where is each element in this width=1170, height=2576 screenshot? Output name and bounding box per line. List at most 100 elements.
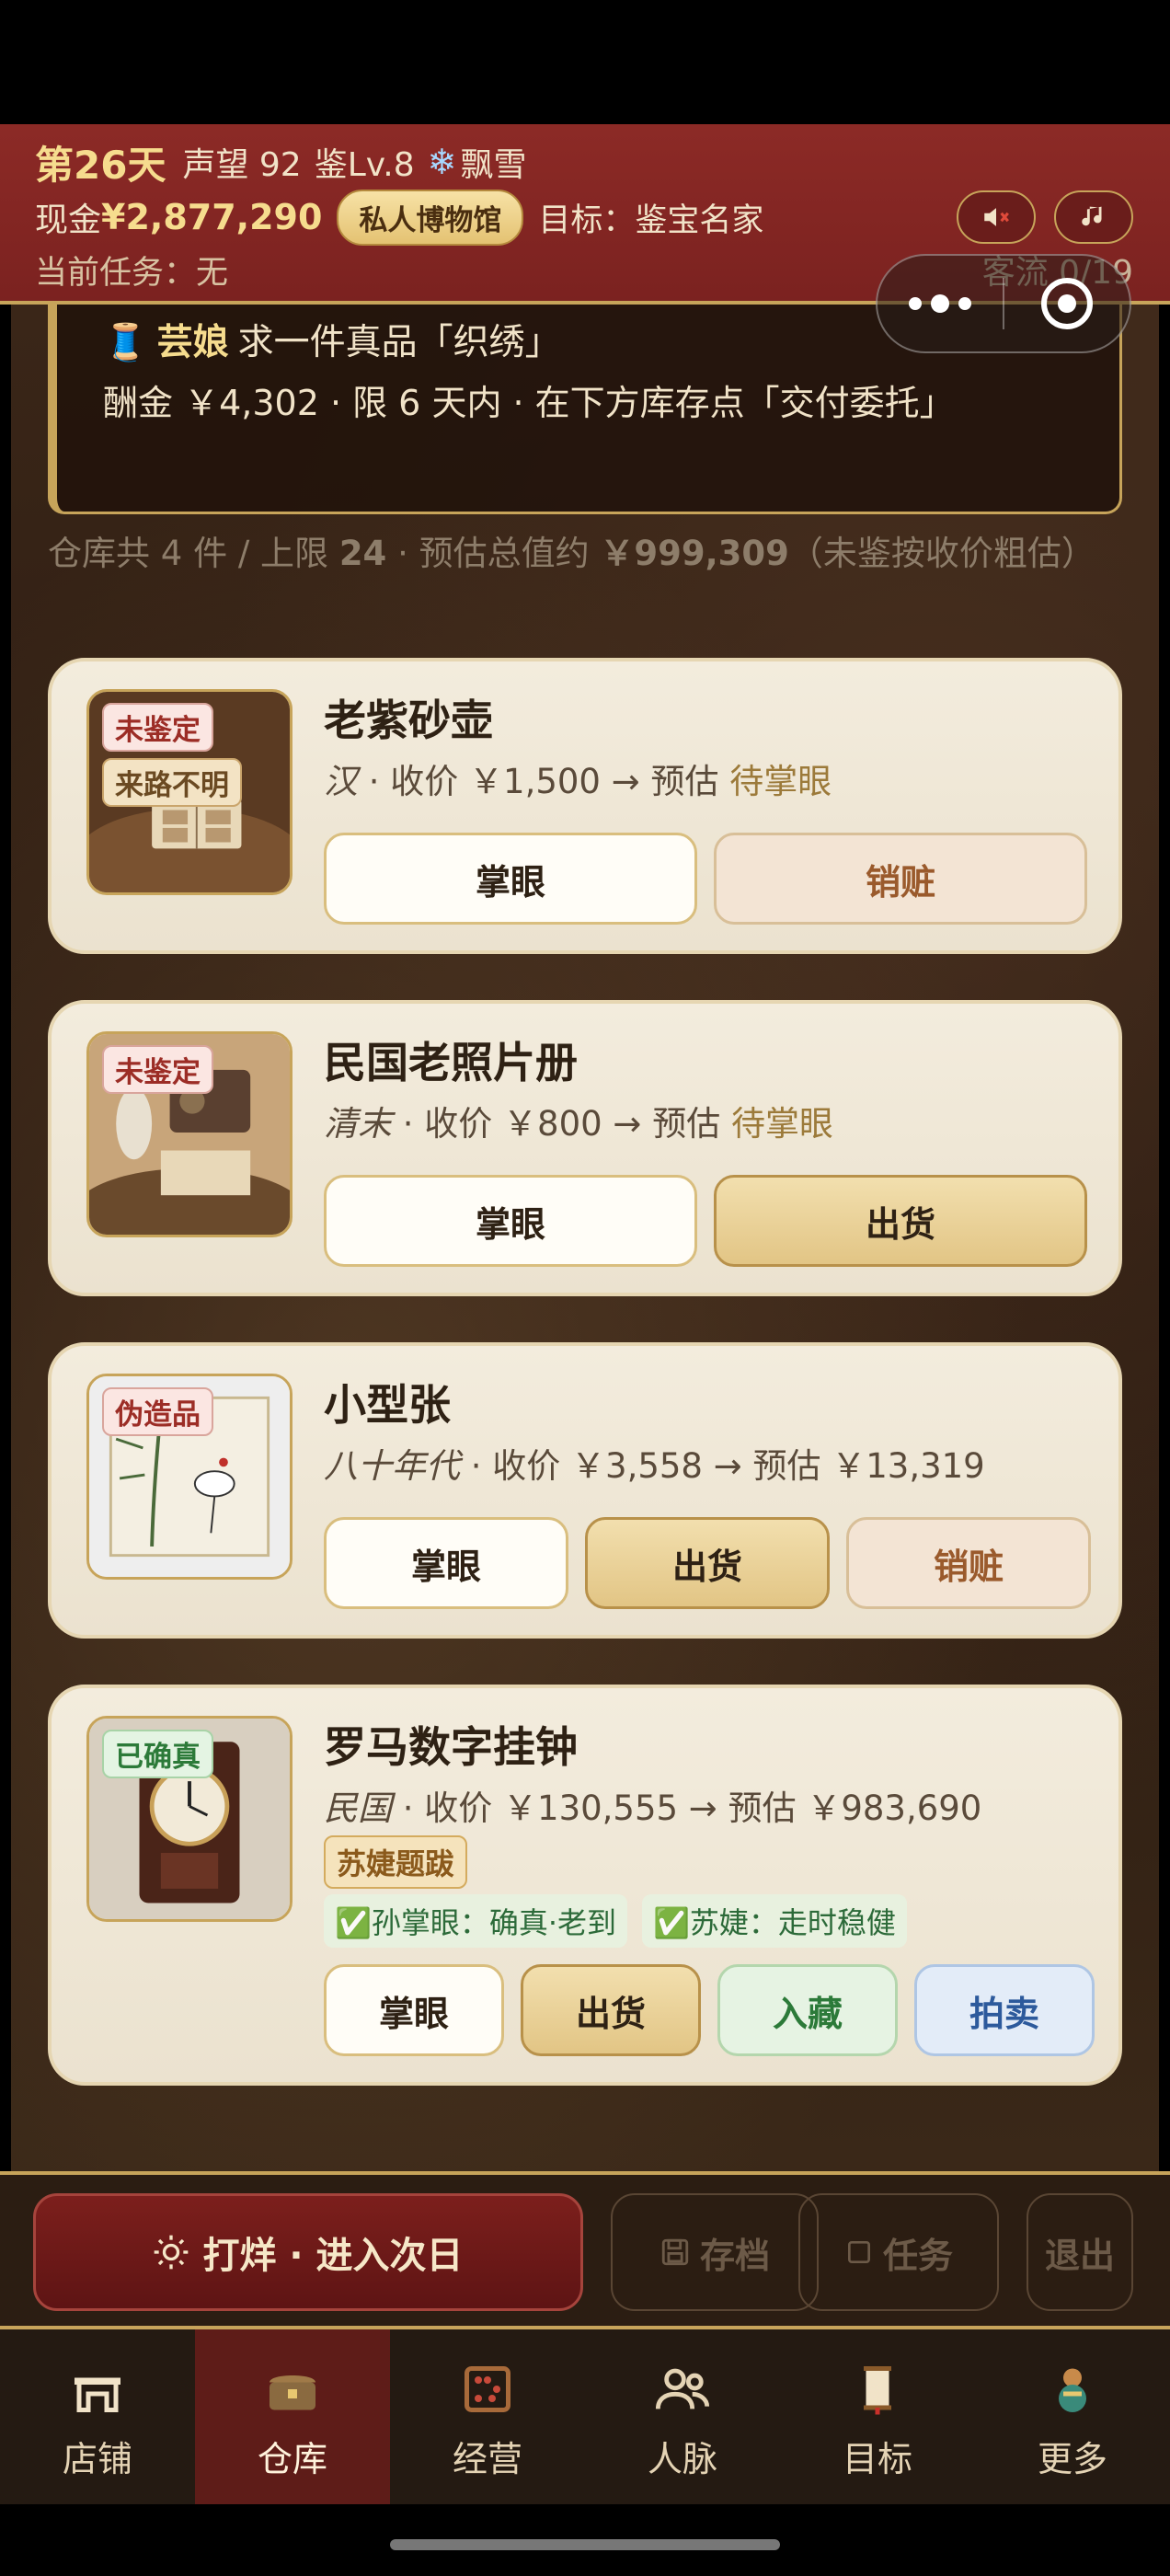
tab-label: 店铺 (62, 2439, 132, 2479)
museum-badge[interactable]: 私人博物馆 (337, 189, 524, 246)
tab-label: 经营 (452, 2439, 522, 2479)
item-title: 小型张 (324, 1380, 451, 1430)
tasks-label: 任务 (882, 2235, 953, 2276)
current-task: 当前任务：无 (35, 254, 229, 292)
item-thumbnail: 未鉴定 (86, 1031, 292, 1237)
cash-label: 现金 (35, 201, 102, 239)
next-day-label: 打烊 · 进入次日 (202, 2235, 464, 2277)
weather: 飘雪 (460, 146, 527, 184)
item-era: 民国 (324, 1788, 392, 1828)
item-thumbnail: 伪造品 (86, 1374, 292, 1580)
appraise-button[interactable]: 掌眼 (324, 1517, 568, 1609)
summary-suffix: （未鉴按收价粗估） (788, 534, 1095, 573)
thread-spool-icon: 🧵 (103, 322, 148, 363)
reputation: 声望 92 (182, 146, 302, 184)
summary-mid: · 预估总值约 (386, 534, 601, 573)
home-indicator (0, 2504, 1170, 2576)
save-label: 存档 (699, 2235, 770, 2276)
system-status-bar (0, 0, 1170, 124)
tasks-button[interactable]: 任务 (798, 2193, 999, 2311)
item-price: · 收价 ￥1,500 → 预估 (358, 762, 730, 801)
tab-network[interactable]: 人脉 (585, 2329, 780, 2504)
item-title: 罗马数字挂钟 (324, 1722, 578, 1772)
item-card: 伪造品 小型张 八十年代 · 收价 ￥3,558 → 预估 ￥13,319 掌眼… (48, 1342, 1122, 1639)
action-bar: 打烊 · 进入次日 存档 任务 退出 (0, 2171, 1170, 2329)
item-thumbnail: 已确真 (86, 1716, 292, 1922)
item-estimate: 待掌眼 (729, 762, 832, 801)
sell-button[interactable]: 出货 (521, 1964, 701, 2056)
appraise-button[interactable]: 掌眼 (324, 1175, 697, 1267)
exit-button[interactable]: 退出 (1027, 2193, 1133, 2311)
expert-opinions: ✅孙掌眼：确真·老到 ✅苏婕：走时稳健 (324, 1894, 907, 1948)
task-square-icon (847, 2241, 870, 2263)
tab-label: 目标 (842, 2439, 912, 2479)
inventory-summary: 仓库共 4 件 / 上限 24 · 预估总值约 ￥999,309（未鉴按收价粗估… (48, 529, 1124, 579)
speaker-mute-icon (984, 208, 1009, 226)
item-era: 八十年代 (324, 1446, 460, 1486)
inventory-limit: 24 (338, 534, 387, 573)
close-miniprogram-button[interactable] (1004, 278, 1130, 329)
commission-title: 🧵 芸娘 求一件真品「织绣」 (103, 314, 561, 365)
item-card: 未鉴定 民国老照片册 清末 · 收价 ￥800 → 预估 待掌眼 掌眼 出货 (48, 1000, 1122, 1296)
next-day-button[interactable]: 打烊 · 进入次日 (33, 2193, 583, 2311)
goal-text: 目标：鉴宝名家 (538, 201, 764, 239)
sell-button[interactable]: 出货 (714, 1175, 1087, 1267)
mute-button[interactable] (957, 190, 1036, 244)
item-actions: 掌眼 出货 销赃 (324, 1517, 1091, 1609)
item-meta: 清末 · 收价 ￥800 → 预估 待掌眼 (324, 1096, 833, 1145)
scroll-icon (845, 2357, 910, 2421)
item-title: 老紫砂壶 (324, 696, 493, 745)
origin-tag: 来路不明 (102, 758, 242, 807)
auction-button[interactable]: 拍卖 (914, 1964, 1095, 2056)
warehouse-chest-icon (260, 2357, 325, 2421)
tab-shop[interactable]: 店铺 (0, 2329, 195, 2504)
target-ring-icon (1040, 278, 1093, 329)
people-icon (650, 2357, 715, 2421)
gourd-icon (1040, 2357, 1105, 2421)
appraise-button[interactable]: 掌眼 (324, 1964, 504, 2056)
tab-label: 更多 (1037, 2439, 1107, 2479)
music-button[interactable] (1054, 190, 1133, 244)
item-title: 民国老照片册 (324, 1038, 578, 1087)
item-meta: 八十年代 · 收价 ￥3,558 → 预估 ￥13,319 (324, 1438, 985, 1488)
item-price: · 收价 ￥130,555 → 预估 ￥983,690 (392, 1788, 982, 1828)
fence-button[interactable]: 销赃 (846, 1517, 1091, 1609)
item-actions: 掌眼 出货 入藏 拍卖 (324, 1964, 1095, 2056)
music-note-icon (1082, 206, 1102, 226)
more-menu-button[interactable] (878, 294, 1003, 313)
header-cash-row: 现金 ¥2,877,290 私人博物馆 目标：鉴宝名家 (35, 189, 763, 246)
tab-goals[interactable]: 目标 (780, 2329, 975, 2504)
tab-more[interactable]: 更多 (975, 2329, 1170, 2504)
summary-prefix: 仓库共 4 件 / 上限 (48, 534, 339, 573)
miniprogram-capsule (876, 254, 1131, 353)
tab-label: 仓库 (257, 2439, 327, 2479)
item-meta: 民国 · 收价 ￥130,555 → 预估 ￥983,690 (324, 1780, 981, 1830)
item-actions: 掌眼 销赃 (324, 833, 1087, 925)
bottom-tab-bar: 店铺 仓库 经营 人脉 目标 更多 (0, 2329, 1170, 2504)
item-era: 汉 (324, 762, 358, 801)
shop-icon (65, 2357, 130, 2421)
item-era: 清末 (324, 1104, 392, 1144)
appraise-button[interactable]: 掌眼 (324, 833, 697, 925)
client-name: 芸娘 (156, 322, 229, 363)
collect-button[interactable]: 入藏 (717, 1964, 898, 2056)
save-button[interactable]: 存档 (611, 2193, 819, 2311)
status-tag: 已确真 (102, 1730, 213, 1778)
tab-warehouse[interactable]: 仓库 (195, 2329, 390, 2504)
header-stats: 第26天 声望 92 鉴Lv.8 ❄ 飘雪 (35, 133, 540, 190)
commission-request: 求一件真品「织绣」 (237, 322, 561, 363)
tab-label: 人脉 (647, 2439, 717, 2479)
sell-button[interactable]: 出货 (585, 1517, 830, 1609)
opinion-badge: ✅苏婕：走时稳健 (642, 1894, 907, 1948)
tab-business[interactable]: 经营 (390, 2329, 585, 2504)
header-task-row: 当前任务：无 (35, 244, 228, 295)
sun-icon (155, 2235, 189, 2270)
item-card: 已确真 罗马数字挂钟 民国 · 收价 ￥130,555 → 预估 ￥983,69… (48, 1685, 1122, 2086)
item-meta: 汉 · 收价 ￥1,500 → 预估 待掌眼 (324, 753, 832, 803)
exit-label: 退出 (1044, 2235, 1115, 2276)
appraisal-level: 鉴Lv.8 (314, 146, 415, 184)
item-actions: 掌眼 出货 (324, 1175, 1087, 1267)
fence-button[interactable]: 销赃 (714, 833, 1087, 925)
item-card: 未鉴定 来路不明 老紫砂壶 汉 · 收价 ￥1,500 → 预估 待掌眼 掌眼 … (48, 658, 1122, 954)
item-thumbnail: 未鉴定 来路不明 (86, 689, 292, 895)
